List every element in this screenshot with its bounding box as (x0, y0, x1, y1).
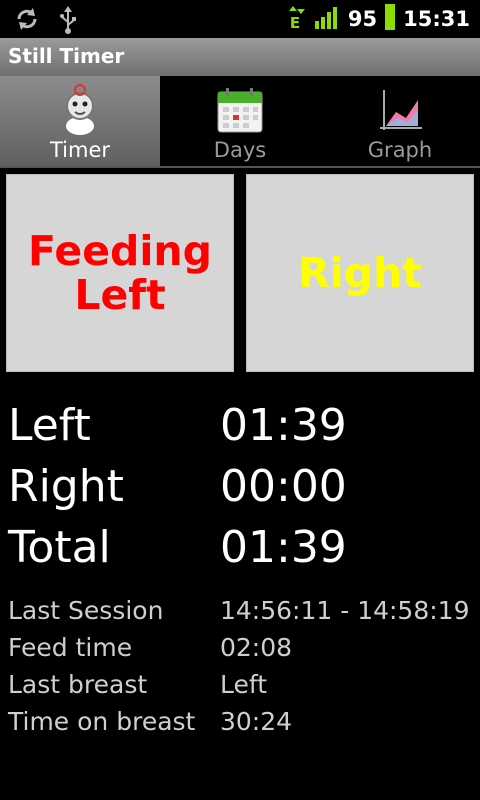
detail-value: Left (220, 670, 268, 699)
tab-divider (0, 166, 480, 168)
detail-value: 02:08 (220, 633, 293, 662)
battery-level: 95 (347, 7, 378, 31)
tab-bar: Timer Days Graph (0, 76, 480, 168)
title-bar: Still Timer (0, 38, 480, 76)
feeding-left-button[interactable]: Feeding Left (6, 174, 234, 372)
tab-timer[interactable]: Timer (0, 76, 160, 168)
detail-label: Time on breast (8, 707, 196, 736)
detail-row-last-breast: Last breast Left (8, 670, 478, 707)
tab-graph[interactable]: Graph (320, 76, 480, 168)
tab-timer-label: Timer (49, 138, 111, 162)
network-type: E (289, 14, 301, 32)
stat-value: 00:00 (220, 461, 347, 512)
detail-label: Feed time (8, 633, 133, 662)
detail-label: Last breast (8, 670, 148, 699)
session-details: Last Session 14:56:11 - 14:58:19 Feed ti… (8, 596, 478, 744)
tab-days-label: Days (213, 138, 267, 162)
tab-days[interactable]: Days (160, 76, 320, 168)
detail-row-time-on-breast: Time on breast 30:24 (8, 707, 478, 744)
right-button[interactable]: Right (246, 174, 474, 372)
battery-icon (385, 4, 396, 34)
data-arrows-icon: E (288, 4, 306, 34)
usb-icon (58, 6, 78, 38)
detail-label: Last Session (8, 596, 164, 625)
sync-icon (14, 6, 40, 38)
feeding-left-label: Feeding Left (28, 227, 212, 319)
stat-label: Right (8, 461, 124, 512)
stat-row-right: Right 00:00 (8, 461, 478, 522)
timer-stats: Left 01:39 Right 00:00 Total 01:39 (8, 400, 478, 583)
detail-row-feed-time: Feed time 02:08 (8, 633, 478, 670)
detail-value: 14:56:11 - 14:58:19 (220, 596, 470, 625)
stat-value: 01:39 (220, 400, 347, 451)
detail-row-last-session: Last Session 14:56:11 - 14:58:19 (8, 596, 478, 633)
calendar-icon (214, 84, 266, 136)
stat-label: Left (8, 400, 91, 451)
app-title: Still Timer (8, 44, 125, 68)
right-label: Right (298, 249, 422, 297)
tab-graph-label: Graph (367, 138, 433, 162)
stat-value: 01:39 (220, 522, 347, 573)
baby-icon (54, 84, 106, 136)
detail-value: 30:24 (220, 707, 293, 736)
stat-label: Total (8, 522, 111, 573)
status-bar: E 95 15:31 (0, 0, 480, 38)
stat-row-left: Left 01:39 (8, 400, 478, 461)
stat-row-total: Total 01:39 (8, 522, 478, 583)
signal-icon (314, 5, 340, 33)
clock: 15:31 (403, 7, 470, 31)
graph-icon (374, 84, 426, 136)
